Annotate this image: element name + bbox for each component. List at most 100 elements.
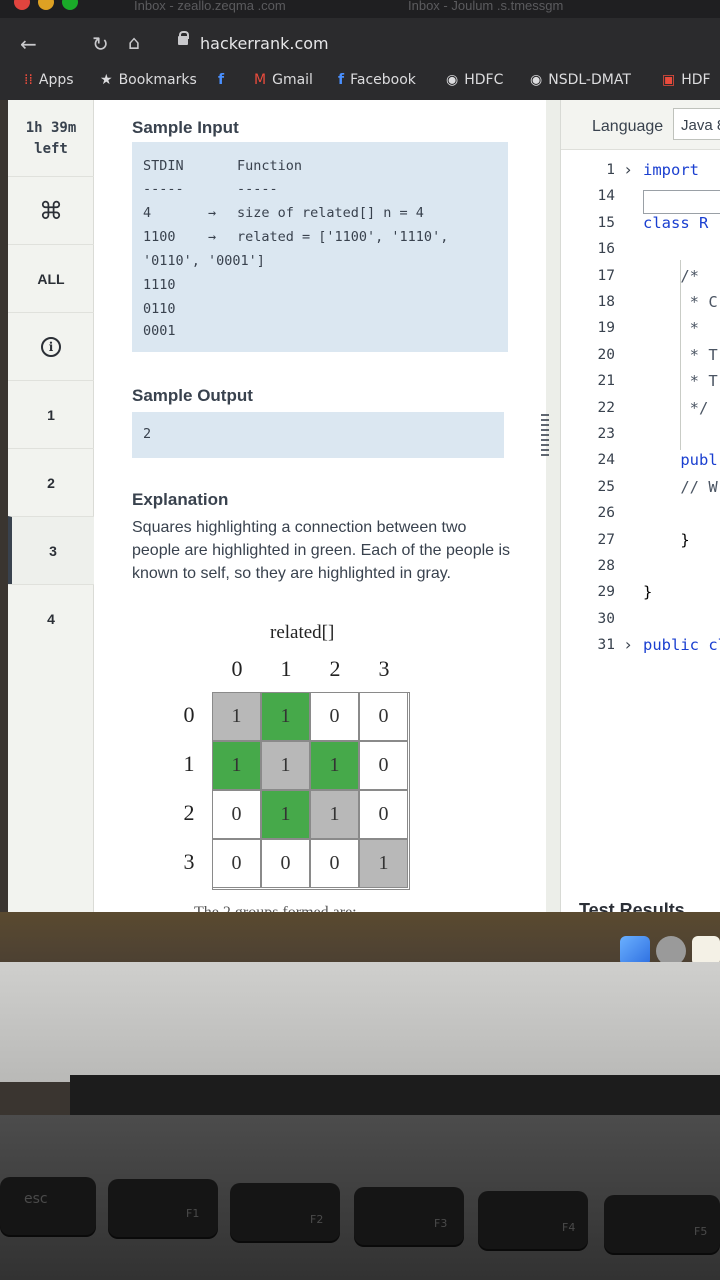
input-line: 1110 — [143, 277, 176, 293]
matrix-cell: 1 — [310, 790, 359, 839]
code-line: /* — [643, 266, 699, 285]
line-number: 26 — [597, 505, 615, 522]
bookmark-bookmarks[interactable]: ★ Bookmarks — [100, 72, 197, 88]
line-number: 17 — [597, 267, 615, 284]
line-number: 23 — [597, 426, 615, 442]
code-hint-box — [643, 190, 720, 214]
question-2-button[interactable]: 2 — [8, 448, 94, 516]
code-line: import — [643, 161, 699, 179]
stdin-header: STDIN — [143, 158, 184, 174]
editor-toolbar: Language Java 8 — [561, 100, 720, 150]
drag-handle-icon[interactable] — [541, 414, 549, 456]
question-4-button[interactable]: 4 — [8, 584, 94, 652]
lock-icon — [178, 31, 189, 48]
grid-title: related[] — [270, 622, 335, 643]
line-number: 15 — [597, 214, 615, 231]
f2-key: F2 — [230, 1183, 340, 1241]
keyboard-deck: esc F1 F2 F3 F4 F5 — [0, 1115, 720, 1280]
f5-key: F5 — [604, 1195, 720, 1253]
tab-inbox-1[interactable]: Inbox - zeallo.zeqma .com — [134, 0, 286, 13]
language-label: Language — [592, 118, 664, 135]
line-number: 1 — [606, 162, 615, 178]
globe-icon: ◉ — [446, 72, 459, 88]
matrix-cell: 1 — [359, 839, 408, 888]
matrix-cell: 1 — [212, 692, 261, 741]
bookmark-apps[interactable]: ⁞⁞ Apps — [24, 72, 74, 88]
input-line: 0110 — [143, 301, 176, 317]
matrix-cell: 0 — [212, 839, 261, 888]
code-line: * C — [643, 293, 718, 311]
f1-key: F1 — [108, 1179, 218, 1237]
matrix-cell: 0 — [212, 790, 261, 839]
info-button[interactable]: i — [8, 312, 94, 380]
line-number: 31 — [597, 637, 615, 654]
matrix-cell: 1 — [212, 741, 261, 790]
close-window-button[interactable] — [14, 0, 30, 10]
question-3-button[interactable]: 3 — [8, 516, 94, 584]
shortcuts-button[interactable]: ⌘ — [8, 176, 94, 244]
explanation-title: Explanation — [132, 490, 229, 509]
function-header: Function — [237, 158, 303, 174]
bookmark-nsdl-dmat[interactable]: ◉ NSDL-DMAT — [530, 72, 631, 88]
line-number: 14 — [597, 188, 615, 205]
tab-inbox-2[interactable]: Inbox - Joulum .s.tmessgm — [408, 0, 563, 13]
line-number: 20 — [597, 346, 615, 363]
matrix-cell: 0 — [359, 790, 408, 839]
line-number: 27 — [597, 531, 615, 548]
reload-icon[interactable]: ↻ — [92, 32, 109, 56]
grid-column-header: 0 — [231, 656, 243, 681]
bookmark-hdfc-2[interactable]: ▣ HDF — [662, 72, 711, 88]
matrix-cell: 0 — [310, 839, 359, 888]
grid-column-header: 2 — [329, 656, 341, 681]
line-number: 29 — [597, 584, 615, 601]
function-line: size of related[] n = 4 — [237, 205, 424, 221]
question-1-button[interactable]: 1 — [8, 380, 94, 448]
navigation-bar: ← ↻ ⌂ hackerrank.com — [0, 28, 720, 62]
dash-line: ----- — [237, 181, 278, 197]
esc-key: esc — [0, 1177, 96, 1235]
cut-off-text: The 2 groups formed are: — [194, 904, 357, 912]
matrix-cell: 1 — [261, 741, 310, 790]
command-icon: ⌘ — [39, 196, 63, 225]
fold-chevron-icon[interactable]: › — [625, 635, 631, 654]
code-line: } — [643, 583, 653, 602]
address-bar[interactable]: hackerrank.com — [200, 34, 329, 53]
f3-key: F3 — [354, 1187, 464, 1245]
grid-row-header: 2 — [183, 800, 195, 825]
matrix-cell: 0 — [261, 839, 310, 888]
test-results-tab[interactable]: Test Results — [579, 900, 685, 912]
maximize-window-button[interactable] — [62, 0, 78, 10]
back-arrow-icon[interactable]: ← — [20, 32, 37, 56]
problem-statement: Sample Input STDIN Function ----- ----- … — [94, 100, 546, 912]
line-number: 18 — [597, 294, 615, 310]
bookmark-gmail[interactable]: M Gmail — [254, 72, 313, 88]
input-line: 4 — [143, 205, 152, 221]
matrix-cell: 0 — [310, 692, 359, 741]
dash-line: ----- — [143, 181, 184, 197]
grid-row-header: 3 — [183, 849, 195, 874]
tab-strip: Inbox - zeallo.zeqma .com Inbox - Joulum… — [0, 0, 720, 18]
pane-splitter[interactable] — [546, 100, 560, 912]
laptop-bezel — [0, 962, 720, 1082]
code-line: * T — [643, 372, 718, 391]
home-icon[interactable]: ⌂ — [128, 32, 140, 54]
fold-chevron-icon[interactable]: › — [625, 160, 631, 179]
code-line: */ — [643, 398, 709, 417]
globe-icon: ◉ — [530, 72, 543, 88]
arrow: → — [208, 205, 217, 221]
bookmark-hdfc[interactable]: ◉ HDFC — [446, 72, 503, 88]
matrix-cell: 1 — [310, 741, 359, 790]
apps-grid-icon: ⁞⁞ — [24, 72, 33, 88]
language-select[interactable]: Java 8 — [673, 108, 720, 140]
line-number: 21 — [597, 373, 615, 390]
minimize-window-button[interactable] — [38, 0, 54, 10]
line-number: 25 — [597, 478, 615, 495]
gmail-icon: M — [254, 72, 267, 88]
bookmark-facebook[interactable]: f Facebook — [338, 72, 416, 88]
bookmark-facebook-icon[interactable]: f — [218, 72, 224, 88]
code-line: * — [643, 319, 699, 338]
code-line: public cl — [643, 636, 720, 655]
all-questions-button[interactable]: ALL — [8, 244, 94, 312]
function-line: related = ['1100', '1110', — [237, 229, 449, 245]
hdfc-icon: ▣ — [662, 72, 676, 88]
